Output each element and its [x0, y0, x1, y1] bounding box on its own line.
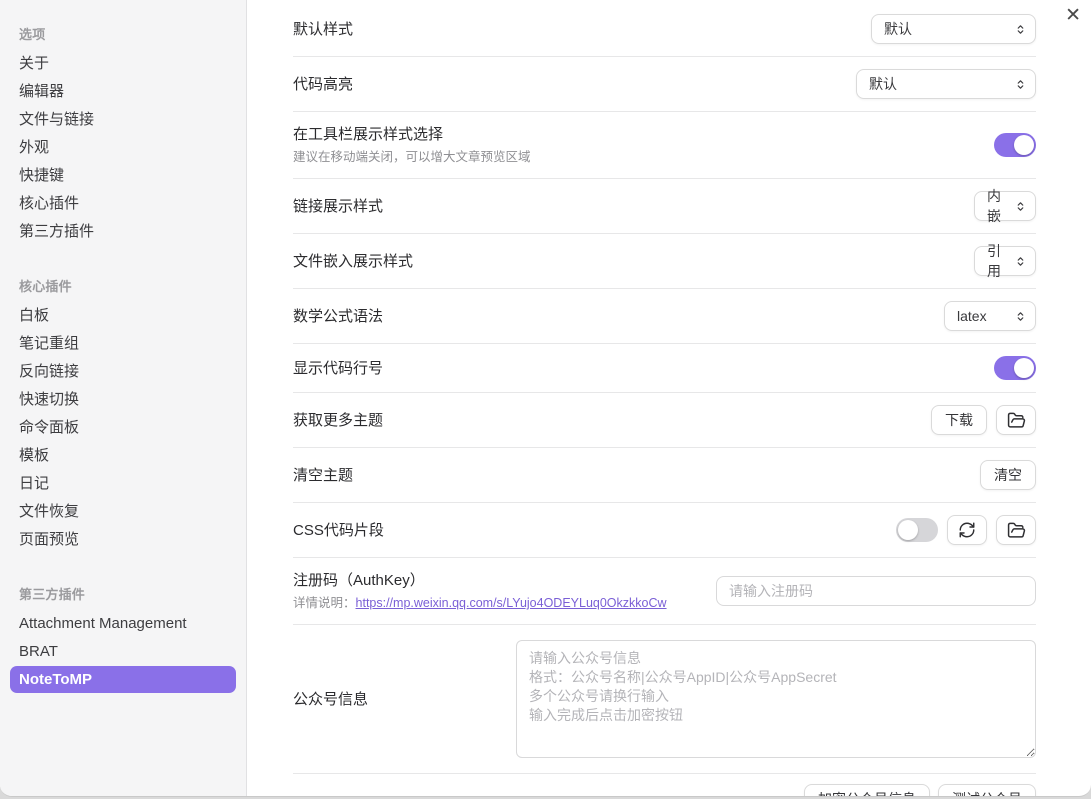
math-syntax-select-value: latex — [957, 308, 987, 324]
default-style-select[interactable]: 默认 — [871, 14, 1036, 44]
math-syntax-select[interactable]: latex — [944, 301, 1036, 331]
toolbar-style-desc: 建议在移动端关闭，可以增大文章预览区域 — [293, 149, 531, 166]
sidebar-section-options: 选项 关于 编辑器 文件与链接 外观 快捷键 核心插件 第三方插件 — [10, 20, 236, 245]
css-snippet-label: CSS代码片段 — [293, 520, 384, 541]
setting-row-css-snippet: CSS代码片段 — [293, 503, 1036, 558]
code-line-number-toggle[interactable] — [994, 356, 1036, 380]
link-style-select[interactable]: 内嵌 — [974, 191, 1036, 221]
clear-theme-label: 清空主题 — [293, 465, 353, 486]
sidebar-item-brat[interactable]: BRAT — [10, 638, 236, 665]
setting-row-authkey: 注册码（AuthKey） 详情说明：https://mp.weixin.qq.c… — [293, 558, 1036, 625]
sidebar-item-appearance[interactable]: 外观 — [10, 134, 236, 161]
toggle-knob — [898, 520, 918, 540]
sidebar-item-core-plugins[interactable]: 核心插件 — [10, 190, 236, 217]
css-snippet-toggle[interactable] — [896, 518, 938, 542]
sidebar-item-command-palette[interactable]: 命令面板 — [10, 414, 236, 441]
code-highlight-select-value: 默认 — [869, 74, 897, 94]
toolbar-style-toggle[interactable] — [994, 133, 1036, 157]
chevrons-up-down-icon — [1015, 311, 1026, 322]
setting-row-mp-info: 公众号信息 — [293, 625, 1036, 774]
chevrons-up-down-icon — [1015, 79, 1026, 90]
folder-open-icon — [1007, 521, 1026, 540]
sidebar-item-quick-switcher[interactable]: 快速切换 — [10, 386, 236, 413]
encrypt-mp-info-button[interactable]: 加密公众号信息 — [804, 784, 930, 796]
chevrons-up-down-icon — [1015, 256, 1026, 267]
setting-row-toolbar-style: 在工具栏展示样式选择 建议在移动端关闭，可以增大文章预览区域 — [293, 112, 1036, 179]
default-style-select-value: 默认 — [884, 19, 912, 39]
setting-row-math-syntax: 数学公式语法 latex — [293, 289, 1036, 344]
setting-row-clear-theme: 清空主题 清空 — [293, 448, 1036, 503]
setting-row-default-style: 默认样式 默认 — [293, 2, 1036, 57]
sidebar-item-file-recovery[interactable]: 文件恢复 — [10, 498, 236, 525]
download-theme-button[interactable]: 下载 — [931, 405, 987, 435]
sidebar-header-options: 选项 — [10, 20, 236, 49]
file-embed-style-select[interactable]: 引用 — [974, 246, 1036, 276]
sidebar-header-community-plugins: 第三方插件 — [10, 580, 236, 609]
sidebar-item-page-preview[interactable]: 页面预览 — [10, 526, 236, 553]
sidebar-header-core-plugins: 核心插件 — [10, 272, 236, 301]
sidebar-item-note-composer[interactable]: 笔记重组 — [10, 330, 236, 357]
math-syntax-label: 数学公式语法 — [293, 306, 383, 327]
mp-info-textarea[interactable] — [516, 640, 1036, 758]
clear-theme-button[interactable]: 清空 — [980, 460, 1036, 490]
sidebar-item-files-links[interactable]: 文件与链接 — [10, 106, 236, 133]
setting-row-link-style: 链接展示样式 内嵌 — [293, 179, 1036, 234]
authkey-help-link[interactable]: https://mp.weixin.qq.com/s/LYujo4ODEYLuq… — [356, 596, 667, 610]
test-mp-button[interactable]: 测试公众号 — [938, 784, 1036, 796]
refresh-css-snippet-button[interactable] — [947, 515, 987, 545]
authkey-desc-prefix: 详情说明： — [293, 596, 356, 610]
footer-actions: 加密公众号信息 测试公众号 — [293, 774, 1036, 796]
sidebar-item-about[interactable]: 关于 — [10, 50, 236, 77]
setting-row-code-line-number: 显示代码行号 — [293, 344, 1036, 393]
sidebar-item-backlinks[interactable]: 反向链接 — [10, 358, 236, 385]
sidebar-item-community-plugins[interactable]: 第三方插件 — [10, 218, 236, 245]
link-style-label: 链接展示样式 — [293, 196, 383, 217]
link-style-select-value: 内嵌 — [987, 186, 1007, 226]
sidebar-item-templates[interactable]: 模板 — [10, 442, 236, 469]
default-style-label: 默认样式 — [293, 19, 353, 40]
settings-content: ✕ 默认样式 默认 代码高亮 默认 — [247, 0, 1091, 796]
open-css-snippet-folder-button[interactable] — [996, 515, 1036, 545]
sidebar-item-daily-notes[interactable]: 日记 — [10, 470, 236, 497]
toolbar-style-label: 在工具栏展示样式选择 — [293, 124, 531, 145]
code-highlight-label: 代码高亮 — [293, 74, 353, 95]
chevrons-up-down-icon — [1015, 201, 1026, 212]
setting-row-code-highlight: 代码高亮 默认 — [293, 57, 1036, 112]
sidebar-section-core-plugins: 核心插件 白板 笔记重组 反向链接 快速切换 命令面板 模板 日记 文件恢复 页… — [10, 272, 236, 553]
sidebar-item-editor[interactable]: 编辑器 — [10, 78, 236, 105]
settings-sidebar: 选项 关于 编辑器 文件与链接 外观 快捷键 核心插件 第三方插件 核心插件 白… — [0, 0, 247, 796]
toggle-knob — [1014, 358, 1034, 378]
sidebar-item-canvas[interactable]: 白板 — [10, 302, 236, 329]
code-highlight-select[interactable]: 默认 — [856, 69, 1036, 99]
get-themes-label: 获取更多主题 — [293, 410, 383, 431]
setting-row-file-embed-style: 文件嵌入展示样式 引用 — [293, 234, 1036, 289]
file-embed-style-label: 文件嵌入展示样式 — [293, 251, 413, 272]
folder-open-icon — [1007, 411, 1026, 430]
close-icon[interactable]: ✕ — [1065, 4, 1081, 26]
sidebar-item-hotkeys[interactable]: 快捷键 — [10, 162, 236, 189]
code-line-number-label: 显示代码行号 — [293, 358, 383, 379]
sidebar-section-community-plugins: 第三方插件 Attachment Management BRAT NoteToM… — [10, 580, 236, 693]
sidebar-item-notetomp[interactable]: NoteToMP — [10, 666, 236, 693]
authkey-input[interactable] — [716, 576, 1036, 606]
settings-modal: 选项 关于 编辑器 文件与链接 外观 快捷键 核心插件 第三方插件 核心插件 白… — [0, 0, 1091, 797]
refresh-icon — [958, 521, 976, 539]
chevrons-up-down-icon — [1015, 24, 1026, 35]
setting-row-get-themes: 获取更多主题 下载 — [293, 393, 1036, 448]
file-embed-style-select-value: 引用 — [987, 241, 1007, 281]
open-theme-folder-button[interactable] — [996, 405, 1036, 435]
sidebar-item-attachment-management[interactable]: Attachment Management — [10, 610, 236, 637]
toggle-knob — [1014, 135, 1034, 155]
authkey-label: 注册码（AuthKey） — [293, 570, 667, 591]
mp-info-label: 公众号信息 — [293, 689, 368, 710]
authkey-desc: 详情说明：https://mp.weixin.qq.com/s/LYujo4OD… — [293, 595, 667, 612]
